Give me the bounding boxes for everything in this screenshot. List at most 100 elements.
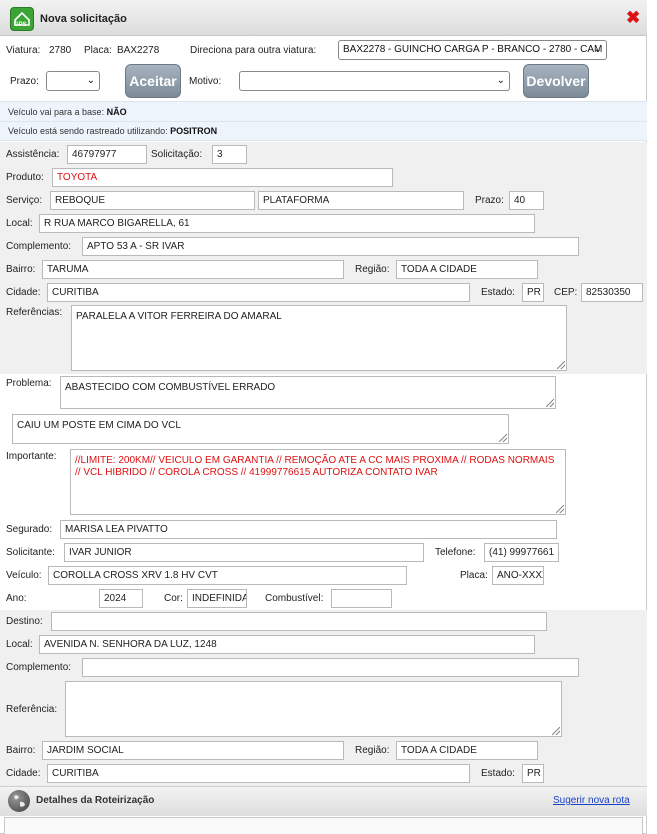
direciona-select[interactable]: BAX2278 - GUINCHO CARGA P - BRANCO - 278… (338, 40, 607, 60)
telefone-label: Telefone: (435, 547, 476, 558)
estado-field[interactable]: PR (522, 283, 544, 302)
viatura-label: Viatura: (6, 45, 41, 56)
regiao-field[interactable]: TODA A CIDADE (396, 260, 538, 279)
referencias-textarea[interactable]: PARALELA A VITOR FERREIRA DO AMARAL (71, 305, 567, 371)
resize-handle-icon[interactable] (546, 399, 554, 407)
chevron-down-icon: ⌄ (496, 75, 505, 86)
observacao-value: CAIU UM POSTE EM CIMA DO VCL (17, 420, 181, 431)
chevron-down-icon: ⌄ (593, 44, 602, 55)
service-prazo-field[interactable]: 40 (509, 191, 544, 210)
dest-referencia-textarea[interactable] (65, 681, 562, 737)
header-prazo-select[interactable]: ⌄ (46, 71, 100, 91)
header-prazo-label: Prazo: (10, 76, 39, 87)
importante-label: Importante: (6, 451, 57, 462)
observacao-textarea[interactable]: CAIU UM POSTE EM CIMA DO VCL (12, 414, 509, 444)
problema-label: Problema: (6, 378, 52, 389)
solicitacao-field[interactable]: 3 (212, 145, 247, 164)
dest-complemento-label: Complemento: (6, 662, 72, 673)
servico-field[interactable]: REBOQUE (50, 191, 255, 210)
dest-estado-label: Estado: (481, 768, 515, 779)
importante-value: //LIMITE: 200KM// VEICULO EM GARANTIA //… (75, 455, 555, 478)
complemento-label: Complemento: (6, 241, 72, 252)
ano-label: Ano: (6, 593, 27, 604)
sugerir-rota-link[interactable]: Sugerir nova rota (553, 795, 630, 806)
customer-placa-label: Placa: (460, 570, 488, 581)
cidade-label: Cidade: (6, 287, 41, 298)
roteirizacao-title: Detalhes da Roteirização (36, 795, 155, 806)
header-placa-label: Placa: (84, 45, 112, 56)
produto-label: Produto: (6, 172, 44, 183)
telefone-field[interactable]: (41) 99977661 (484, 543, 559, 562)
resize-handle-icon[interactable] (552, 727, 560, 735)
cep-field[interactable]: 82530350 (581, 283, 643, 302)
dest-regiao-field[interactable]: TODA A CIDADE (396, 741, 538, 760)
roteirizacao-panel (4, 817, 643, 834)
dest-cidade-field[interactable]: CURITIBA (47, 764, 470, 783)
produto-field[interactable]: TOYOTA (52, 168, 393, 187)
dest-bairro-label: Bairro: (6, 745, 36, 756)
assistencia-label: Assistência: (6, 149, 60, 160)
referencias-value: PARALELA A VITOR FERREIRA DO AMARAL (76, 311, 282, 322)
rastreado-label: Veículo está sendo rastreado utilizando: (8, 126, 168, 136)
assistencia-field[interactable]: 46797977 (67, 145, 147, 164)
dest-referencia-label: Referência: (6, 704, 58, 715)
solicitacao-label: Solicitação: (151, 149, 203, 160)
combustivel-field[interactable] (331, 589, 392, 608)
bairro-label: Bairro: (6, 264, 36, 275)
problema-textarea[interactable]: ABASTECIDO COM COMBUSTÍVEL ERRADO (60, 376, 556, 409)
base-value: NÃO (106, 107, 127, 117)
viatura-value: 2780 (49, 45, 72, 56)
globe-icon (8, 790, 30, 812)
cor-label: Cor: (164, 593, 183, 604)
rastreado-value: POSITRON (170, 126, 218, 136)
chevron-down-icon: ⌄ (86, 75, 95, 86)
complemento-field[interactable]: APTO 53 A - SR IVAR (82, 237, 579, 256)
combustivel-label: Combustível: (265, 593, 324, 604)
estado-label: Estado: (481, 287, 515, 298)
dest-local-field[interactable]: AVENIDA N. SENHORA DA LUZ, 1248 (39, 635, 535, 654)
importante-textarea[interactable]: //LIMITE: 200KM// VEICULO EM GARANTIA //… (70, 449, 566, 515)
motivo-label: Motivo: (189, 76, 222, 87)
dest-regiao-label: Região: (355, 745, 390, 756)
base-info-bar: Veículo vai para a base: NÃO (0, 101, 647, 123)
regiao-label: Região: (355, 264, 390, 275)
roteirizacao-header: Detalhes da Roteirização Sugerir nova ro… (0, 786, 647, 816)
solicitante-field[interactable]: IVAR JUNIOR (64, 543, 424, 562)
window-title: Nova solicitação (40, 13, 127, 25)
solicitante-label: Solicitante: (6, 547, 55, 558)
resize-handle-icon[interactable] (499, 434, 507, 442)
title-bar: GPS Nova solicitação ✖ (0, 0, 647, 36)
devolver-button[interactable]: Devolver (523, 64, 589, 98)
motivo-select[interactable]: ⌄ (239, 71, 510, 91)
base-label: Veículo vai para a base: (8, 107, 105, 117)
gps-icon: GPS (10, 7, 34, 31)
nova-solicitacao-window: GPS Nova solicitação ✖ Viatura: 2780 Pla… (0, 0, 647, 834)
veiculo-label: Veículo: (6, 570, 42, 581)
servico-label: Serviço: (6, 195, 43, 206)
destino-field[interactable] (51, 612, 547, 631)
dest-cidade-label: Cidade: (6, 768, 41, 779)
customer-placa-field[interactable]: ANO-XXXX (492, 566, 544, 585)
cor-field[interactable]: INDEFINIDA (187, 589, 247, 608)
segurado-field[interactable]: MARISA LEA PIVATTO (60, 520, 557, 539)
cidade-field[interactable]: CURITIBA (47, 283, 470, 302)
destino-label: Destino: (6, 616, 43, 627)
resize-handle-icon[interactable] (556, 505, 564, 513)
close-icon[interactable]: ✖ (626, 9, 640, 27)
problema-value: ABASTECIDO COM COMBUSTÍVEL ERRADO (65, 382, 276, 393)
dest-bairro-field[interactable]: JARDIM SOCIAL (42, 741, 344, 760)
dest-complemento-field[interactable] (82, 658, 579, 677)
local-field[interactable]: R RUA MARCO BIGARELLA, 61 (39, 214, 535, 233)
cep-label: CEP: (554, 287, 578, 298)
aceitar-button[interactable]: Aceitar (125, 64, 181, 98)
bairro-field[interactable]: TARUMA (42, 260, 344, 279)
direciona-select-value: BAX2278 - GUINCHO CARGA P - BRANCO - 278… (343, 44, 603, 55)
resize-handle-icon[interactable] (557, 361, 565, 369)
ano-field[interactable]: 2024 (99, 589, 143, 608)
dest-local-label: Local: (6, 639, 33, 650)
referencias-label: Referências: (6, 307, 63, 318)
veiculo-field[interactable]: COROLLA CROSS XRV 1.8 HV CVT (48, 566, 407, 585)
servico-tipo-field[interactable]: PLATAFORMA (258, 191, 464, 210)
header-placa-value: BAX2278 (117, 45, 160, 56)
dest-estado-field[interactable]: PR (522, 764, 544, 783)
